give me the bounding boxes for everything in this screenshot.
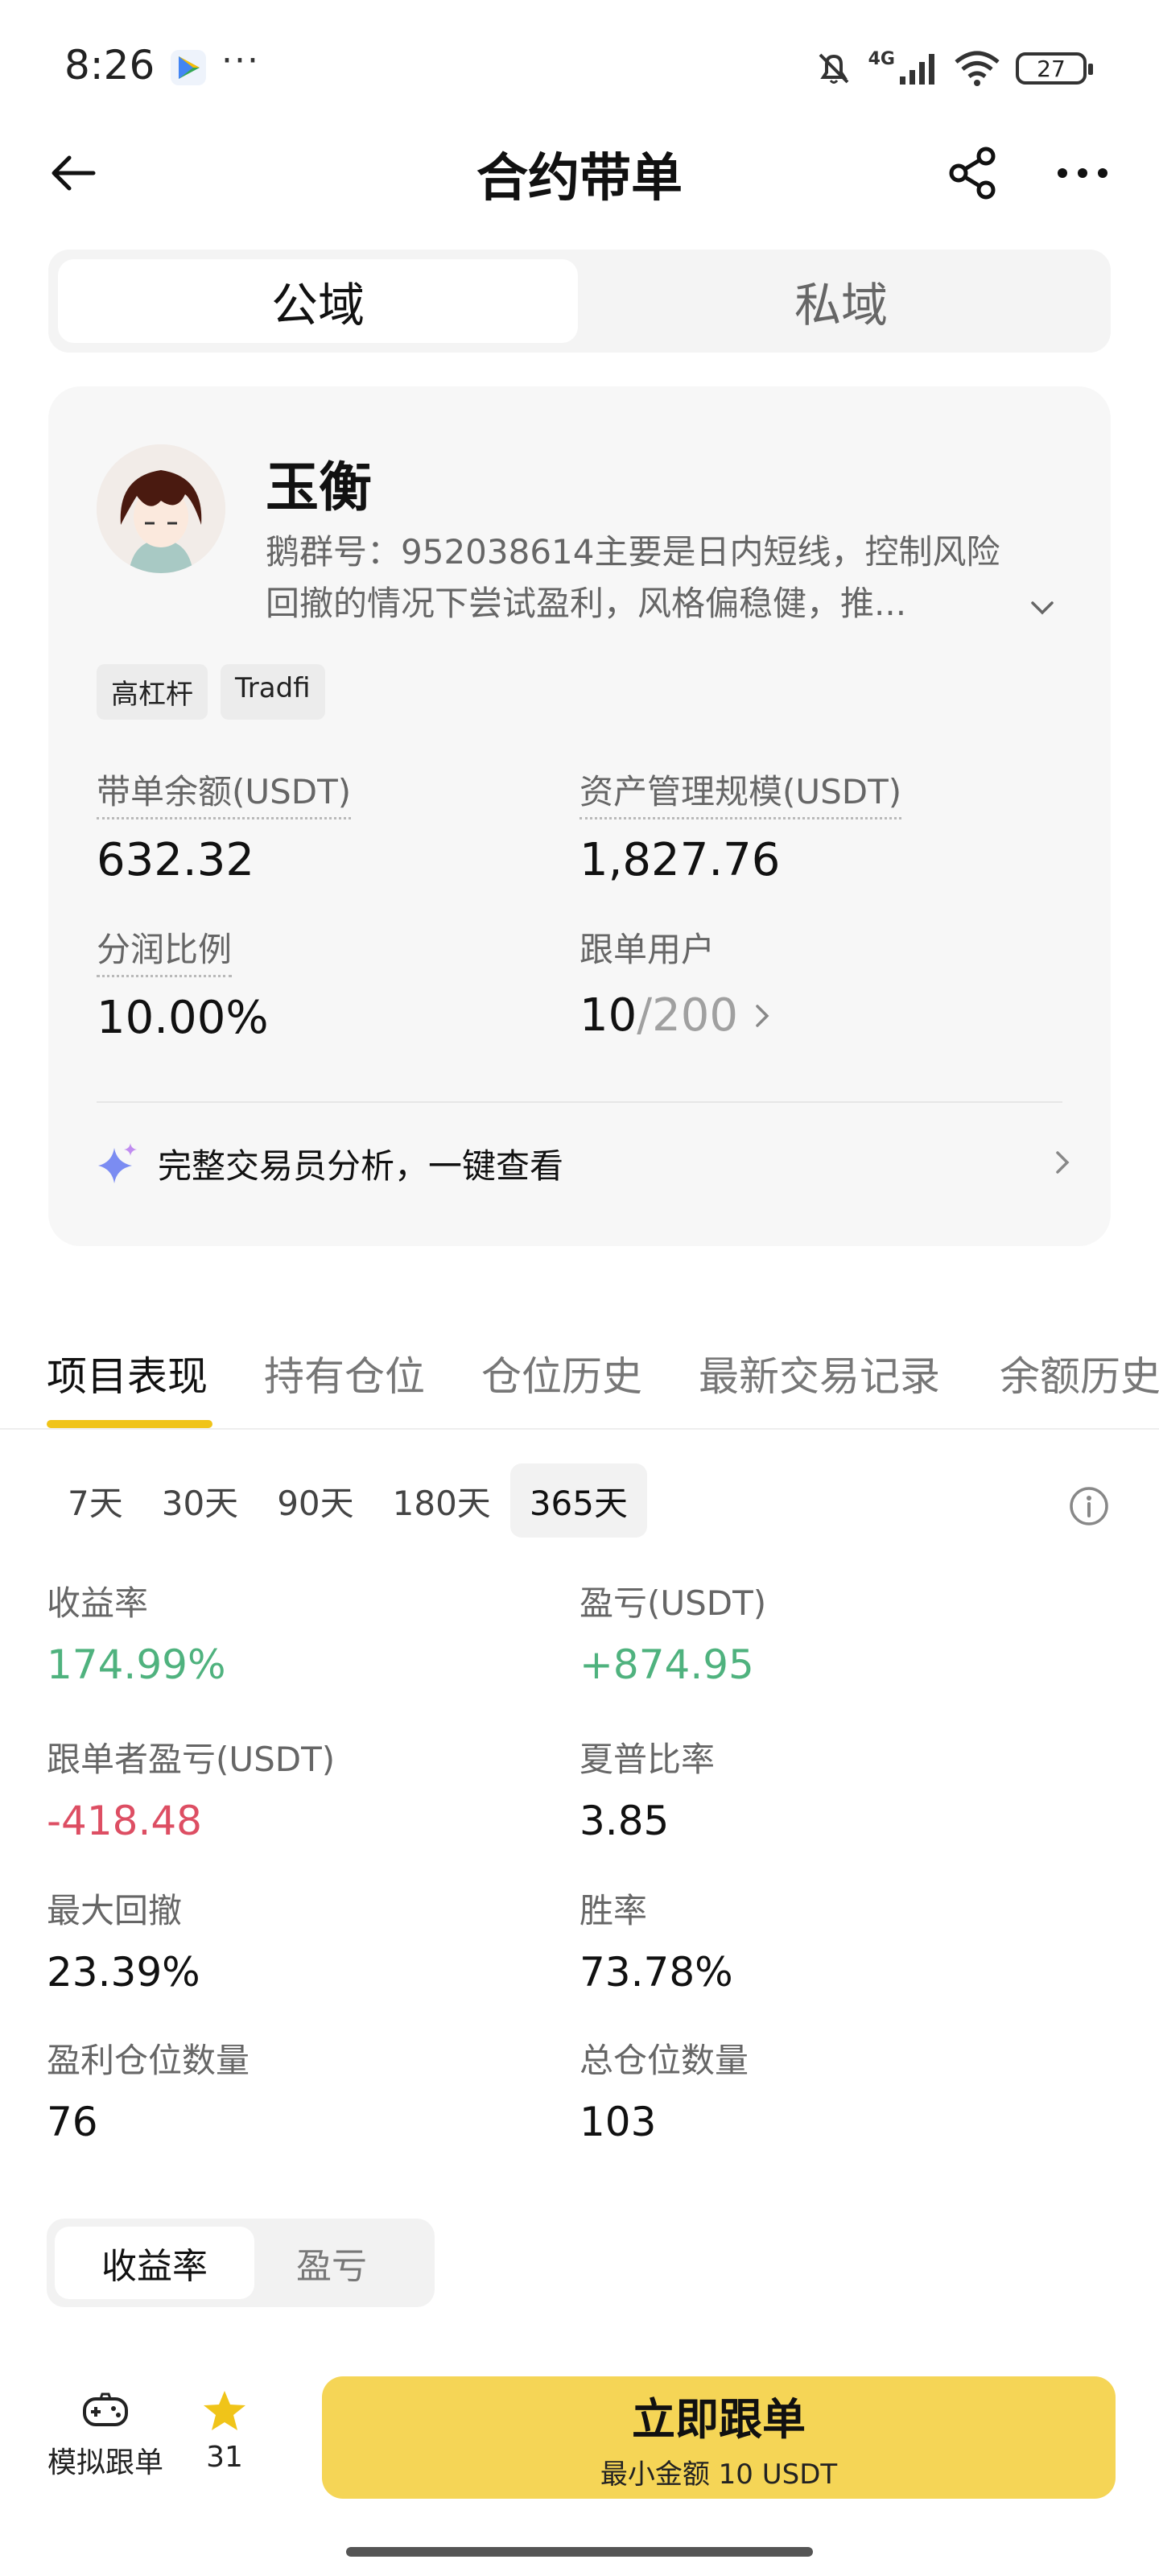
favorite-button[interactable]: 31 [196,2389,253,2474]
stat-balance-label[interactable]: 带单余额(USDT) [97,765,352,819]
follow-now-label: 立即跟单 [632,2394,806,2445]
trader-analysis-link[interactable]: 完整交易员分析，一键查看 [97,1135,1079,1191]
stat-balance-value: 632.32 [97,834,254,886]
metric-winrate-label: 胜率 [580,1891,648,1930]
metric-total-positions-value: 103 [580,2099,657,2145]
battery-level: 27 [1037,55,1066,82]
active-tab-indicator [47,1420,212,1428]
stat-profit-share: 分润比例 10.00% [97,923,269,1044]
trader-name: 玉衡 [266,456,372,518]
status-icons: 4G 27 [814,44,1093,93]
mute-bell-icon [819,53,849,84]
period-365d[interactable]: 365天 [509,1463,647,1538]
share-icon[interactable] [946,145,1002,201]
info-icon[interactable] [1068,1485,1110,1527]
stat-aum: 资产管理规模(USDT) 1,827.76 [580,765,902,886]
period-7d[interactable]: 7天 [48,1463,142,1538]
metric-follower-pnl-label: 跟单者盈亏(USDT) [47,1740,336,1779]
tab-latest-trades[interactable]: 最新交易记录 [699,1344,940,1402]
metric-pnl-label: 盈亏(USDT) [580,1583,767,1623]
network-label: 4G [868,48,895,69]
section-tabs: 项目表现 持有仓位 仓位历史 最新交易记录 余额历史 [0,1312,1159,1430]
status-more-icon: ··· [221,40,260,81]
battery-icon: 27 [1016,52,1093,85]
tag-badge: 高杠杆 [97,664,208,720]
favorite-count: 31 [206,2441,243,2474]
tab-open-positions[interactable]: 持有仓位 [264,1344,425,1402]
segment-public[interactable]: 公域 [58,259,578,343]
metric-total-positions-label: 总仓位数量 [580,2041,749,2080]
follow-now-button[interactable]: 立即跟单 最小金额 10 USDT [322,2376,1116,2499]
metric-total-positions: 总仓位数量 103 [580,2033,749,2145]
home-indicator[interactable] [346,2547,813,2557]
metric-drawdown: 最大回撤 23.39% [47,1884,200,1996]
gamepad-icon [83,2392,128,2426]
status-time: 8:26 [64,42,155,89]
metric-pnl-value: +874.95 [580,1641,754,1688]
tag-badge: Tradfi [221,664,325,720]
metric-pnl: 盈亏(USDT) +874.95 [580,1576,766,1688]
metric-sharpe: 夏普比率 3.85 [580,1732,715,1844]
stat-aum-label[interactable]: 资产管理规模(USDT) [580,765,902,819]
toggle-pnl[interactable]: 盈亏 [232,2227,431,2299]
analysis-link-label: 完整交易员分析，一键查看 [158,1146,564,1186]
card-divider [97,1101,1062,1103]
tab-position-history[interactable]: 仓位历史 [481,1344,642,1402]
trader-tags: 高杠杆 Tradfi [97,664,325,720]
stat-followers-value[interactable]: 10 /200 [580,989,778,1042]
metric-follower-pnl: 跟单者盈亏(USDT) -418.48 [47,1732,335,1844]
top-app-bar: 合约带单 [0,129,1159,217]
metric-drawdown-value: 23.39% [47,1949,200,1996]
stat-aum-value: 1,827.76 [580,834,781,886]
chevron-down-icon[interactable] [1026,592,1058,624]
star-icon [204,2391,245,2430]
more-options-icon[interactable] [1054,145,1111,201]
trader-description: 鹅群号：952038614主要是日内短线，控制风险回撤的情况下尝试盈利，风格偏稳… [266,532,1000,623]
stat-followers-label: 跟单用户 [580,930,716,969]
metric-sharpe-label: 夏普比率 [580,1740,716,1779]
period-180d[interactable]: 180天 [373,1463,510,1538]
metric-winrate-value: 73.78% [580,1949,733,1996]
wifi-icon [955,51,1000,86]
signal-icon [900,54,934,85]
metric-sharpe-value: 3.85 [580,1798,670,1844]
tab-performance[interactable]: 项目表现 [47,1344,208,1402]
stat-followers[interactable]: 跟单用户 10 /200 [580,923,778,1042]
simulate-follow-label: 模拟跟单 [47,2446,163,2479]
period-selector: 7天 30天 90天 180天 365天 [48,1463,647,1538]
bottom-action-bar: 模拟跟单 31 立即跟单 最小金额 10 USDT [0,2359,1159,2576]
followers-max: /200 [637,989,739,1042]
stat-balance: 带单余额(USDT) 632.32 [97,765,352,886]
metric-profit-positions-label: 盈利仓位数量 [47,2041,250,2080]
metric-winrate: 胜率 73.78% [580,1884,733,1996]
metric-roi-label: 收益率 [47,1583,149,1623]
metric-follower-pnl-value: -418.48 [47,1798,202,1844]
sparkle-icon [98,1143,137,1183]
segment-private[interactable]: 私域 [581,259,1101,343]
chart-metric-toggle: 收益率 盈亏 [47,2219,435,2307]
toggle-roi[interactable]: 收益率 [55,2227,254,2299]
play-store-icon [171,50,206,85]
stat-profit-share-value: 10.00% [97,992,269,1044]
stat-profit-share-label[interactable]: 分润比例 [97,923,233,977]
domain-segment-control: 公域 私域 [48,250,1111,353]
tab-balance-history[interactable]: 余额历史 [1000,1344,1159,1402]
metric-roi-value: 174.99% [47,1641,226,1688]
metric-profit-positions: 盈利仓位数量 76 [47,2033,250,2145]
period-30d[interactable]: 30天 [142,1463,258,1538]
metric-drawdown-label: 最大回撤 [47,1891,183,1930]
trader-card: 玉衡 鹅群号：952038614主要是日内短线，控制风险回撤的情况下尝试盈利，风… [48,386,1111,1246]
status-bar: 8:26 ··· 4G 27 [0,0,1159,121]
follow-min-amount: 最小金额 10 USDT [600,2458,838,2491]
followers-count: 10 [580,989,637,1042]
metric-roi: 收益率 174.99% [47,1576,225,1688]
avatar[interactable] [97,444,225,573]
period-90d[interactable]: 90天 [258,1463,373,1538]
chevron-right-icon [756,1004,769,1027]
chevron-right-icon [1056,1151,1070,1174]
simulate-follow-button[interactable]: 模拟跟单 [45,2391,166,2481]
metric-profit-positions-value: 76 [47,2099,98,2145]
